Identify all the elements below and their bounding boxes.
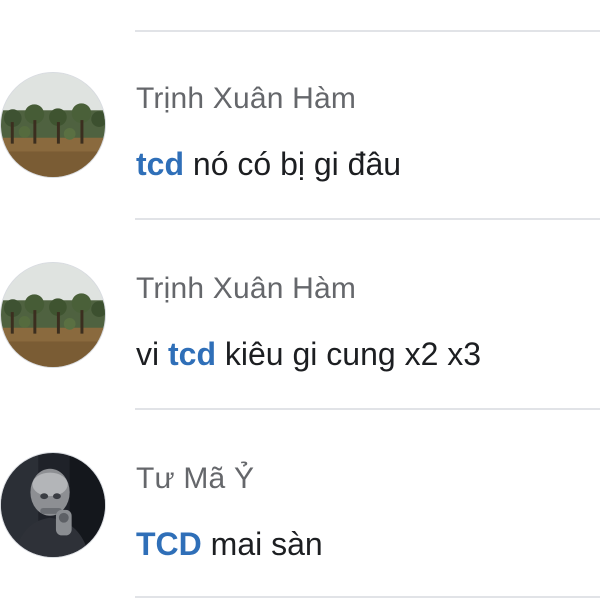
mention-link[interactable]: TCD [136, 526, 202, 562]
comment-item: Trịnh Xuân Hàm vi tcd kiêu gi cung x2 x3 [0, 250, 600, 400]
comment-text-prefix: vi [136, 336, 168, 372]
orchard-photo-avatar[interactable] [0, 262, 106, 368]
comment-text: tcd nó có bị gi đâu [136, 146, 401, 183]
comment-author[interactable]: Trịnh Xuân Hàm [136, 82, 356, 116]
comment-text-body: kiêu gi cung x2 x3 [216, 336, 482, 372]
comment-text: vi tcd kiêu gi cung x2 x3 [136, 336, 481, 373]
comment-author[interactable]: Trịnh Xuân Hàm [136, 272, 356, 306]
portrait-photo-avatar[interactable] [0, 452, 106, 558]
comment-author[interactable]: Tư Mã Ỷ [136, 462, 254, 496]
orchard-photo-avatar[interactable] [0, 72, 106, 178]
divider [135, 408, 600, 410]
mention-link[interactable]: tcd [136, 146, 184, 182]
comment-text-body: mai sàn [201, 526, 323, 562]
comment-text-body: nó có bị gi đâu [184, 146, 402, 182]
divider [135, 596, 600, 598]
mention-link[interactable]: tcd [168, 336, 216, 372]
comment-text: TCD mai sàn [136, 526, 323, 563]
divider [135, 30, 600, 32]
divider [135, 218, 600, 220]
comment-item: Tư Mã Ỷ TCD mai sàn [0, 440, 600, 590]
comment-list: Trịnh Xuân Hàm tcd nó có bị gi đâu Trịnh… [0, 0, 600, 600]
comment-item: Trịnh Xuân Hàm tcd nó có bị gi đâu [0, 60, 600, 210]
